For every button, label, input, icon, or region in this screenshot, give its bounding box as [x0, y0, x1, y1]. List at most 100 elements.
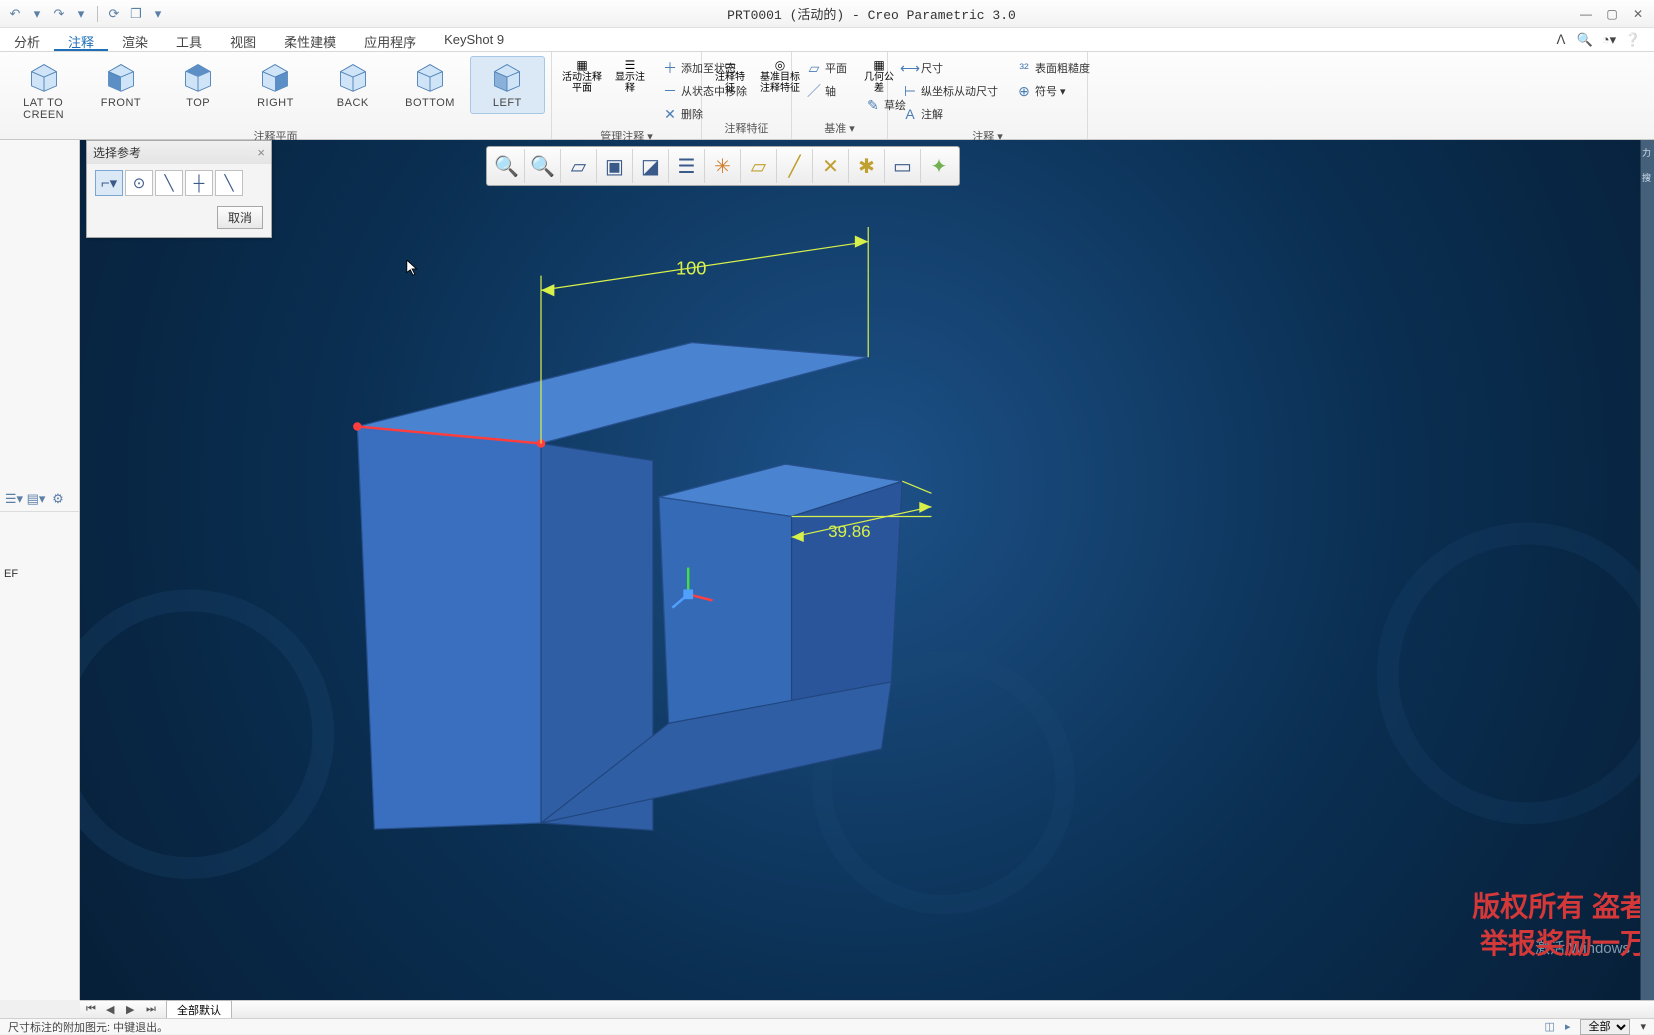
search-icon[interactable]: 🔍 — [1576, 31, 1594, 49]
csys-icon[interactable]: ✳ — [705, 149, 741, 183]
annotation-display-icon[interactable]: ▭ — [885, 149, 921, 183]
datum-csys-icon[interactable]: ✱ — [849, 149, 885, 183]
redo-icon[interactable]: ↷ — [50, 5, 68, 23]
copyright-watermark: 版权所有 盗者 举报奖励一万 — [1472, 889, 1648, 962]
right-collapsed-panel[interactable]: 力 搜 — [1640, 140, 1654, 1000]
navigator-pane: ☰▾ ▤▾ ⚙ EF — [0, 140, 80, 1000]
view-front-button[interactable]: FRONT — [83, 56, 158, 114]
spin-center-icon[interactable]: ✦ — [921, 149, 957, 183]
settings-icon[interactable]: ⚙ — [48, 489, 68, 509]
datum-point-icon[interactable]: ✕ — [813, 149, 849, 183]
active-plane-button[interactable]: ▦活动注释平面 — [562, 58, 602, 94]
symbol-button[interactable]: ⊕符号 ▾ — [1012, 81, 1094, 101]
surf-rough-button[interactable]: ³²表面粗糙度 — [1012, 58, 1094, 78]
pick-edge-button[interactable]: ⌐▾ — [95, 170, 123, 196]
status-more-icon[interactable]: ▾ — [1640, 1020, 1646, 1033]
bottom-tabs: ⏮ ◀ ▶ ⏭ 全部默认 — [80, 1000, 1654, 1018]
window-title: PRT0001 (活动的) - Creo Parametric 3.0 — [167, 4, 1576, 23]
zoom-out-icon[interactable]: 🔍 — [525, 149, 561, 183]
saved-views-icon[interactable]: ☰ — [669, 149, 705, 183]
cube-icon — [257, 61, 293, 93]
first-tab-icon[interactable]: ⏮ — [86, 1003, 100, 1017]
windows-icon[interactable]: ❐ — [127, 5, 145, 23]
datum-axis-icon[interactable]: ╱ — [777, 149, 813, 183]
folder-icon[interactable]: ▤▾ — [26, 489, 46, 509]
view-back-button[interactable]: BACK — [315, 56, 390, 114]
symbol-icon: ⊕ — [1016, 83, 1032, 99]
help-icon[interactable]: ❔ — [1624, 31, 1642, 49]
options-icon[interactable]: ◔▾ — [1600, 31, 1618, 49]
frame-icon: ▦ — [873, 58, 884, 72]
dialog-title-bar[interactable]: 选择参考 × — [87, 141, 271, 164]
cube-icon — [180, 61, 216, 93]
undo-icon[interactable]: ↶ — [6, 5, 24, 23]
pick-midpoint-button[interactable]: ┼ — [185, 170, 213, 196]
fit-icon[interactable]: ▱ — [561, 149, 597, 183]
dialog-title: 选择参考 — [93, 144, 141, 161]
navigator-label: EF — [4, 568, 18, 580]
prev-tab-icon[interactable]: ◀ — [106, 1003, 120, 1017]
cube-icon — [103, 61, 139, 93]
tab-app[interactable]: 应用程序 — [350, 28, 430, 51]
close-button[interactable]: ✕ — [1628, 6, 1648, 22]
note-icon: ▭ — [724, 58, 735, 72]
tab-view[interactable]: 视图 — [216, 28, 270, 51]
target-icon: ◎ — [775, 58, 785, 72]
tab-annotate[interactable]: 注释 — [54, 28, 108, 51]
collapse-ribbon-icon[interactable]: ᐱ — [1552, 31, 1570, 49]
tab-flex[interactable]: 柔性建模 — [270, 28, 350, 51]
tab-render[interactable]: 渲染 — [108, 28, 162, 51]
annot-feature-button[interactable]: ▭注释特征 — [712, 58, 748, 94]
tab-default[interactable]: 全部默认 — [166, 1000, 232, 1020]
rough-icon: ³² — [1016, 60, 1032, 76]
status-info-icon[interactable]: ▸ — [1565, 1020, 1571, 1033]
view-bottom-button[interactable]: BOTTOM — [392, 56, 467, 114]
dimension-39[interactable]: 39.86 — [828, 522, 871, 541]
undo-dd-icon[interactable]: ▾ — [28, 5, 46, 23]
next-tab-icon[interactable]: ▶ — [126, 1003, 140, 1017]
view-flat-button[interactable]: LAT TO CREEN — [6, 56, 81, 126]
axis-button[interactable]: ／轴 — [802, 81, 851, 101]
navigator-toolbar: ☰▾ ▤▾ ⚙ — [0, 486, 79, 512]
plus-icon: ＋ — [662, 60, 678, 76]
cancel-button[interactable]: 取消 — [217, 206, 263, 229]
note-button[interactable]: A注解 — [898, 104, 1002, 124]
close-icon[interactable]: × — [257, 145, 265, 160]
view-right-button[interactable]: RIGHT — [238, 56, 313, 114]
tab-keyshot[interactable]: KeyShot 9 — [430, 28, 518, 51]
tab-analysis[interactable]: 分析 — [0, 28, 54, 51]
pick-point-button[interactable]: ⊙ — [125, 170, 153, 196]
shade-icon[interactable]: ▣ — [597, 149, 633, 183]
extra-dd-icon[interactable]: ▾ — [149, 5, 167, 23]
select-reference-dialog[interactable]: 选择参考 × ⌐▾ ⊙ ╲ ┼ ╲ 取消 — [86, 140, 272, 238]
maximize-button[interactable]: ▢ — [1602, 6, 1622, 22]
perspective-icon[interactable]: ◪ — [633, 149, 669, 183]
ribbon-group-datum[interactable]: 基准 ▾ — [792, 118, 887, 139]
list-icon: ☰ — [625, 58, 636, 72]
minimize-button[interactable]: — — [1576, 6, 1596, 22]
right-sliver-label-2: 搜 — [1641, 165, 1654, 190]
datum-plane-icon[interactable]: ▱ — [741, 149, 777, 183]
redo-dd-icon[interactable]: ▾ — [72, 5, 90, 23]
show-annot-button[interactable]: ☰显示注释 — [612, 58, 648, 94]
cursor-icon — [406, 260, 420, 276]
pick-tangent-button[interactable]: ╲ — [155, 170, 183, 196]
pick-line-button[interactable]: ╲ — [215, 170, 243, 196]
dimension-button[interactable]: ⟷尺寸 — [898, 58, 1002, 78]
plane-button[interactable]: ▱平面 — [802, 58, 851, 78]
selection-filter[interactable]: 全部 — [1580, 1019, 1630, 1035]
status-bar: 尺寸标注的附加图元: 中键退出。 ◫ ▸ 全部 ▾ — [0, 1018, 1654, 1034]
dimension-100[interactable]: 100 — [676, 257, 706, 278]
tab-tools[interactable]: 工具 — [162, 28, 216, 51]
view-top-button[interactable]: TOP — [161, 56, 236, 114]
regen-icon[interactable]: ⟳ — [105, 5, 123, 23]
tree-icon[interactable]: ☰▾ — [4, 489, 24, 509]
last-tab-icon[interactable]: ⏭ — [146, 1003, 160, 1017]
view-left-button[interactable]: LEFT — [470, 56, 545, 114]
ord-dim-button[interactable]: ⊢纵坐标从动尺寸 — [898, 81, 1002, 101]
status-geom-icon[interactable]: ◫ — [1545, 1020, 1555, 1033]
right-sliver-label-1: 力 — [1641, 140, 1654, 165]
x-icon: ✕ — [662, 106, 678, 122]
zoom-in-icon[interactable]: 🔍 — [489, 149, 525, 183]
model-viewport[interactable]: 100 39.86 选择参考 × ⌐▾ ⊙ ╲ ┼ ╲ 取消 🔍 � — [80, 140, 1654, 1000]
